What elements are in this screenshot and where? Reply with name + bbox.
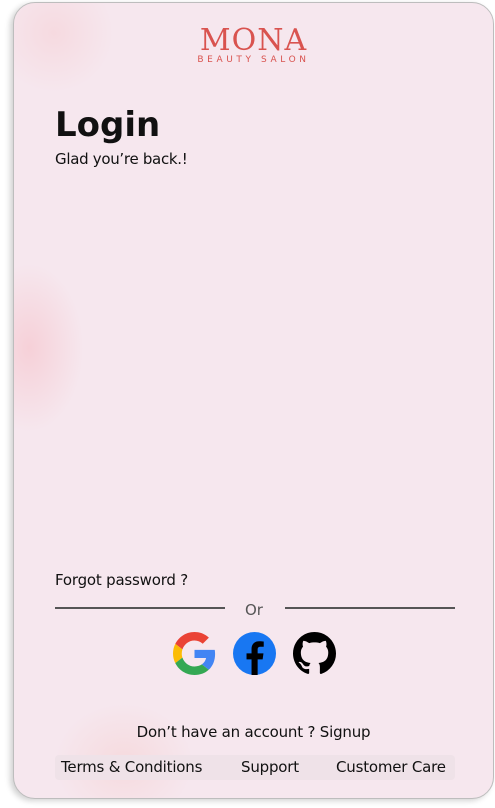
support-link[interactable]: Support [241, 758, 299, 776]
divider-line-left [55, 607, 225, 609]
github-login-button[interactable] [293, 632, 336, 675]
facebook-icon [233, 632, 276, 675]
facebook-login-button[interactable] [233, 632, 276, 675]
brand-name: MONA [199, 23, 308, 58]
decorative-glow [54, 703, 194, 798]
page-subtitle: Glad you’re back.! [55, 150, 188, 168]
divider-label: Or [245, 601, 263, 619]
google-icon [173, 632, 216, 675]
page-title: Login [55, 105, 161, 145]
footer-links: Terms & Conditions Support Customer Care [55, 755, 455, 780]
terms-link[interactable]: Terms & Conditions [61, 758, 202, 776]
customer-care-link[interactable]: Customer Care [336, 758, 446, 776]
google-login-button[interactable] [173, 632, 216, 675]
brand-logo: MONA BEAUTY SALON [14, 23, 493, 66]
decorative-glow [14, 263, 84, 433]
login-card: MONA BEAUTY SALON Login Glad you’re back… [13, 2, 494, 799]
signup-link[interactable]: Don’t have an account ? Signup [14, 723, 493, 741]
divider-line-right [285, 607, 455, 609]
github-icon [293, 632, 336, 674]
forgot-password-link[interactable]: Forgot password ? [55, 571, 188, 589]
brand-tagline: BEAUTY SALON [197, 55, 310, 65]
